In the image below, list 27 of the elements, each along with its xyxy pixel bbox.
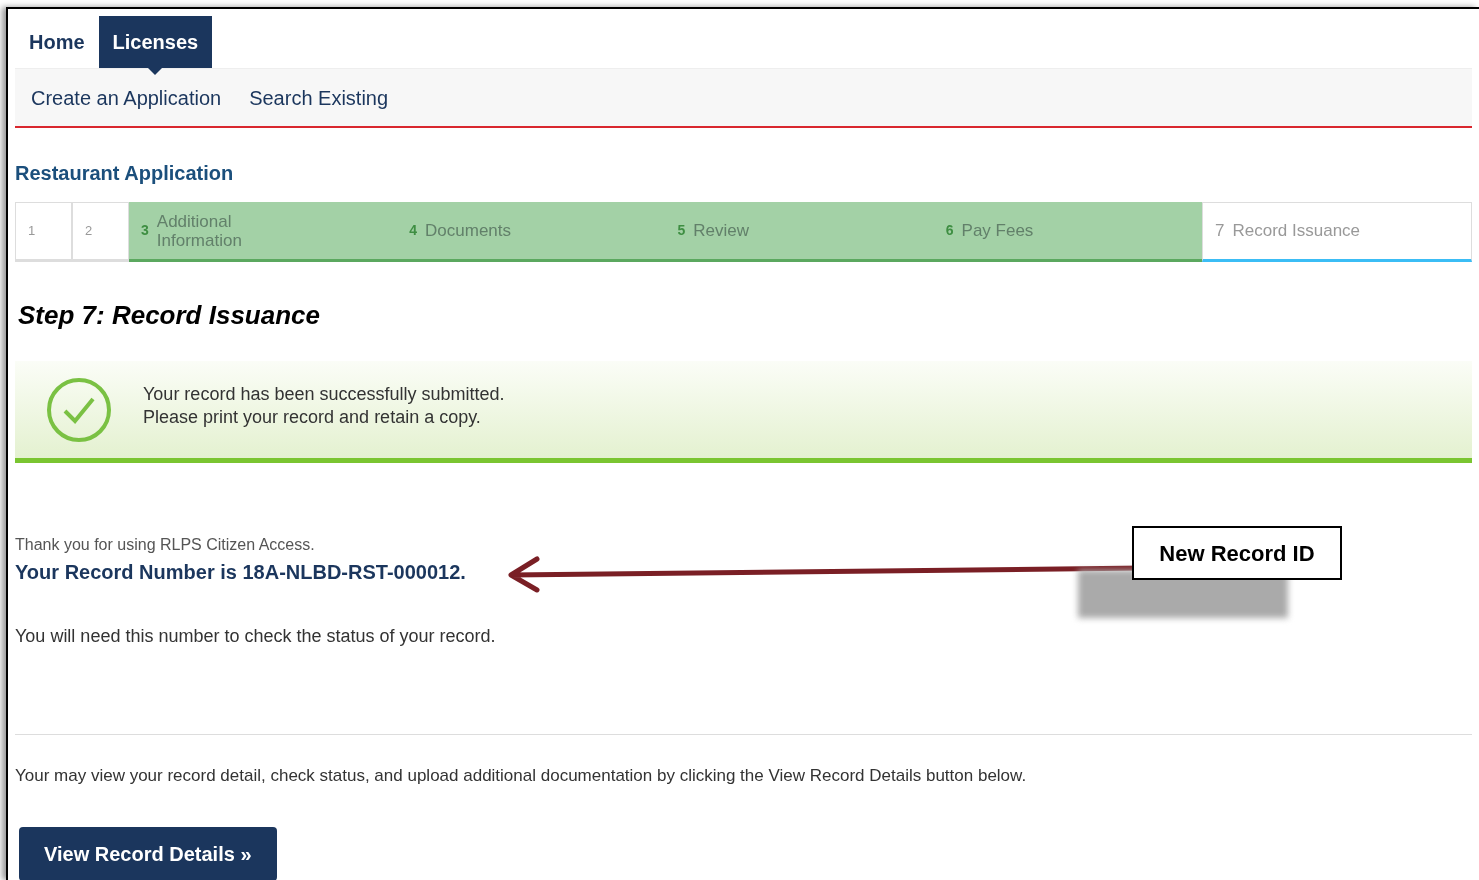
step-number: 6 <box>945 221 954 240</box>
info-text: Your may view your record detail, check status, and upload additional documentation by clicking the View Record Details button below. <box>15 765 1028 787</box>
success-message: Your record has been successfully submitted. <box>143 382 505 406</box>
step-number: 2 <box>85 222 93 241</box>
step-label: Review <box>693 219 750 242</box>
step-number: 7 <box>1215 220 1225 243</box>
checkmark-circle-icon <box>46 376 112 443</box>
step-label: Pay Fees <box>961 219 1034 242</box>
view-record-details-button[interactable]: View Record Details » <box>19 826 277 880</box>
step-number: 1 <box>28 222 36 241</box>
nav-tab[interactable]: Licenses <box>98 16 213 68</box>
success-message: Please print your record and retain a copy. <box>143 405 482 429</box>
nav-tab[interactable]: Home <box>15 16 99 68</box>
step-label: Documents <box>425 219 512 242</box>
annotation-label: New Record ID <box>1132 526 1342 580</box>
info-text: You will need this number to check the status of your record. <box>15 625 497 648</box>
step-heading: Step 7: Record Issuance <box>18 299 321 332</box>
thanks-text: Thank you for using RLPS Citizen Access. <box>15 535 315 555</box>
subnav-link[interactable]: Search Existing <box>249 82 389 113</box>
step-label: Additional Information <box>156 211 243 250</box>
step-number: 5 <box>677 221 686 240</box>
step-number: 4 <box>409 221 418 240</box>
subnav-link[interactable]: Create an Application <box>31 82 222 113</box>
page-title: Restaurant Application <box>15 161 235 186</box>
record-number-text: Your Record Number is 18A-NLBD-RST-000012. <box>15 560 466 585</box>
step-number: 3 <box>141 221 149 240</box>
step-label: Record Issuance <box>1232 220 1361 243</box>
